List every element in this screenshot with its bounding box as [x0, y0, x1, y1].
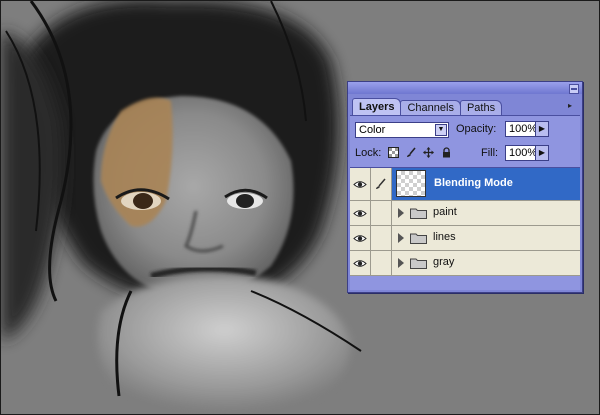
layer-link-cell[interactable]	[371, 251, 392, 275]
lock-transparent-icon[interactable]	[388, 147, 399, 158]
opacity-slider-arrow-icon[interactable]: ▶	[535, 122, 548, 136]
layer-group-gray[interactable]: gray	[350, 251, 580, 276]
folder-icon	[410, 208, 427, 219]
fill-field[interactable]: 100% ▶	[505, 145, 549, 161]
layer-thumbnail[interactable]	[396, 170, 426, 197]
layer-link-cell[interactable]	[371, 226, 392, 250]
layer-row-blending-mode[interactable]: Blending Mode	[350, 168, 580, 201]
tab-channels[interactable]: Channels	[400, 100, 461, 115]
blend-mode-select[interactable]: Color ▼	[355, 122, 449, 138]
folder-icon	[410, 233, 427, 244]
layer-edit-state[interactable]	[371, 168, 392, 200]
expand-arrow-icon[interactable]	[398, 208, 404, 218]
expand-arrow-icon[interactable]	[398, 258, 404, 268]
layer-link-cell[interactable]	[371, 201, 392, 225]
lock-position-move-icon[interactable]	[423, 147, 434, 158]
brush-icon	[376, 178, 386, 189]
tab-paths[interactable]: Paths	[459, 100, 503, 115]
chevron-down-icon[interactable]: ▼	[435, 124, 447, 136]
eye-icon	[353, 180, 367, 188]
blend-mode-value: Color	[359, 124, 386, 136]
lock-all-padlock-icon[interactable]	[441, 147, 452, 158]
opacity-label: Opacity:	[456, 123, 497, 135]
visibility-toggle[interactable]	[350, 168, 371, 200]
group-name[interactable]: gray	[433, 256, 454, 268]
expand-arrow-icon[interactable]	[398, 233, 404, 243]
layer-group-lines[interactable]: lines	[350, 226, 580, 251]
eye-icon	[353, 259, 367, 267]
eye-icon	[353, 234, 367, 242]
palette-tabs: Layers Channels Paths	[352, 98, 503, 115]
document-window: Layers Channels Paths ▸ Color ▼ Opacity:…	[0, 0, 600, 415]
layers-panel: Color ▼ Opacity: 100% ▶ Lock: Fill: 100%…	[350, 115, 580, 290]
folder-icon	[410, 258, 427, 269]
visibility-toggle[interactable]	[350, 201, 371, 225]
visibility-toggle[interactable]	[350, 251, 371, 275]
fill-value: 100%	[509, 147, 538, 159]
layers-list: Blending Mode paint lines gray	[350, 167, 580, 290]
lock-label: Lock:	[355, 147, 382, 159]
opacity-value: 100%	[509, 123, 538, 135]
group-name[interactable]: lines	[433, 231, 456, 243]
opacity-field[interactable]: 100% ▶	[505, 121, 549, 137]
palette-titlebar[interactable]	[348, 82, 582, 94]
visibility-toggle[interactable]	[350, 226, 371, 250]
fill-slider-arrow-icon[interactable]: ▶	[535, 146, 548, 160]
tab-layers[interactable]: Layers	[352, 98, 402, 115]
lock-image-brush-icon[interactable]	[406, 147, 417, 158]
layers-palette: Layers Channels Paths ▸ Color ▼ Opacity:…	[347, 81, 583, 293]
fill-label: Fill:	[481, 147, 499, 159]
collapse-palette-icon[interactable]	[569, 84, 579, 94]
group-name[interactable]: paint	[433, 206, 457, 218]
layer-group-paint[interactable]: paint	[350, 201, 580, 226]
palette-menu-icon[interactable]: ▸	[564, 101, 576, 111]
eye-icon	[353, 209, 367, 217]
layer-name[interactable]: Blending Mode	[434, 177, 513, 189]
